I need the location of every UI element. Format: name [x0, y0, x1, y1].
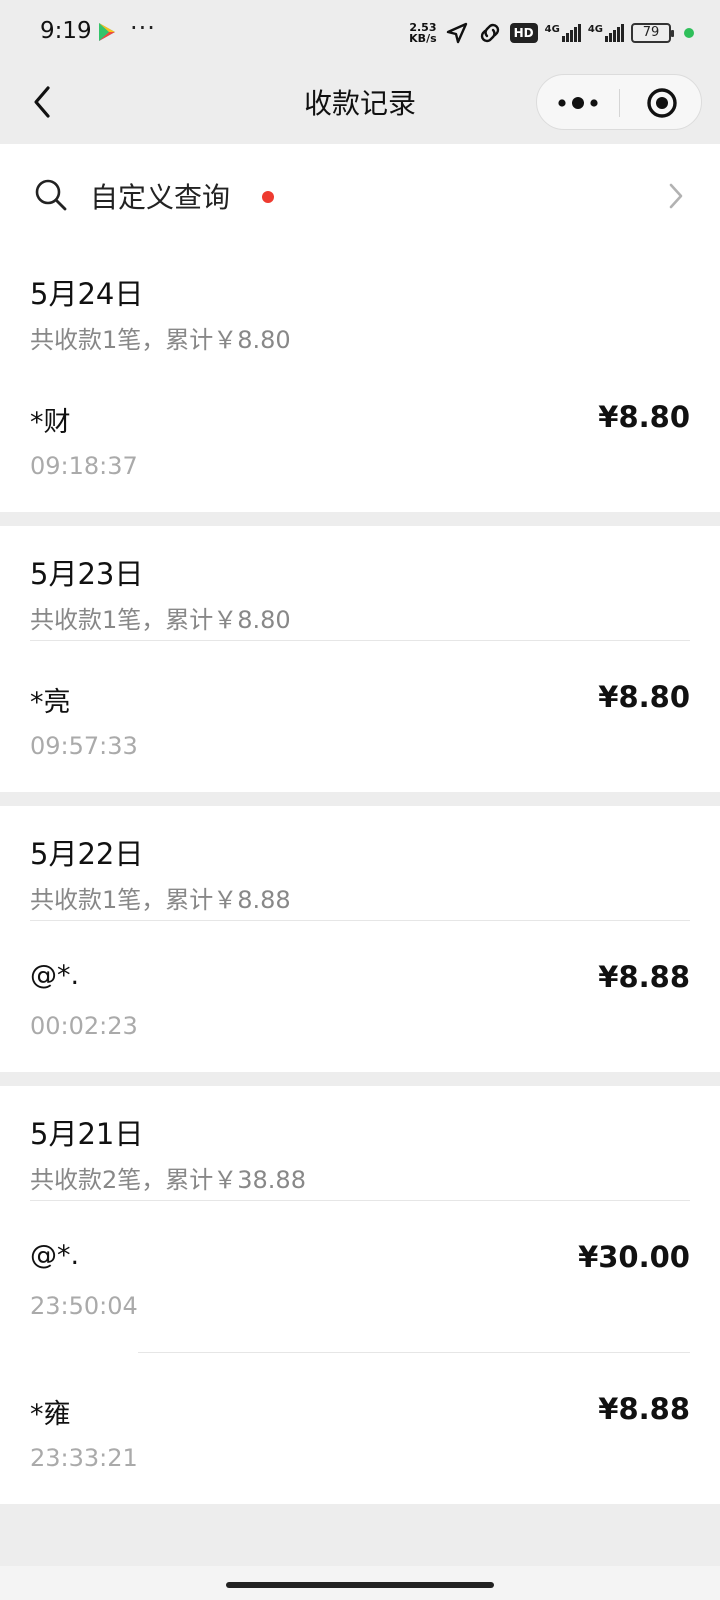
capsule-divider [619, 89, 620, 117]
status-time: 9:19 [40, 18, 92, 44]
status-indicators: 2.53 KB/s HD 4G 4G 79 [409, 18, 694, 48]
custom-query-label: 自定义查询 [90, 181, 231, 214]
records-list: 自定义查询 5月24日 共收款1笔，累计￥8.80 *财 ¥8.80 09:18… [0, 144, 720, 1504]
day-summary: 共收款1笔，累计￥8.80 [30, 606, 291, 634]
payment-amount: ¥8.88 [598, 1392, 690, 1426]
row-divider [30, 1200, 690, 1201]
payment-amount: ¥30.00 [578, 1240, 690, 1274]
day-date: 5月21日 [30, 1117, 144, 1151]
signal-4g-2-icon: 4G [588, 24, 624, 42]
day-header: 5月22日 共收款1笔，累计￥8.88 [0, 806, 720, 920]
payment-record[interactable]: @*. ¥8.88 00:02:23 [0, 920, 720, 1072]
more-options-icon[interactable] [537, 75, 619, 131]
search-icon [35, 179, 67, 211]
link-icon [480, 23, 499, 43]
row-divider [30, 920, 690, 921]
location-arrow-icon [446, 22, 467, 44]
privacy-indicator-dot [684, 28, 694, 38]
payer-name: @*. [30, 1240, 80, 1271]
play-store-icon [99, 23, 115, 41]
payment-time: 23:50:04 [30, 1292, 138, 1320]
row-divider [30, 640, 690, 641]
payment-amount: ¥8.88 [598, 960, 690, 994]
payment-record[interactable]: *财 ¥8.80 09:18:37 [0, 360, 720, 512]
payment-time: 23:33:21 [30, 1444, 138, 1472]
day-group: 5月24日 共收款1笔，累计￥8.80 *财 ¥8.80 09:18:37 [0, 246, 720, 512]
day-date: 5月23日 [30, 557, 144, 591]
battery-icon: 79 [631, 23, 674, 43]
payer-name: *财 [30, 407, 71, 438]
day-header: 5月23日 共收款1笔，累计￥8.80 [0, 526, 720, 640]
payment-record[interactable]: *雍 ¥8.88 23:33:21 [0, 1352, 720, 1504]
day-group: 5月23日 共收款1笔，累计￥8.80 *亮 ¥8.80 09:57:33 [0, 526, 720, 792]
payment-time: 09:57:33 [30, 732, 138, 760]
nav-bar: 收款记录 [0, 66, 720, 144]
payer-name: *亮 [30, 687, 71, 718]
payment-amount: ¥8.80 [598, 680, 690, 714]
day-group: 5月21日 共收款2笔，累计￥38.88 @*. ¥30.00 23:50:04… [0, 1086, 720, 1504]
day-summary: 共收款2笔，累计￥38.88 [30, 1166, 306, 1194]
payment-record[interactable]: @*. ¥30.00 23:50:04 [0, 1200, 720, 1352]
section-gap [0, 1072, 720, 1086]
network-speed: 2.53 KB/s [409, 21, 437, 45]
payer-name: @*. [30, 960, 80, 991]
day-summary: 共收款1笔，累计￥8.80 [30, 326, 291, 354]
day-date: 5月22日 [30, 837, 144, 871]
payment-record[interactable]: *亮 ¥8.80 09:57:33 [0, 640, 720, 792]
close-miniprogram-icon[interactable] [621, 75, 703, 131]
day-group: 5月22日 共收款1笔，累计￥8.88 @*. ¥8.88 00:02:23 [0, 806, 720, 1072]
miniprogram-capsule [536, 74, 702, 130]
payment-time: 09:18:37 [30, 452, 138, 480]
custom-query-row[interactable]: 自定义查询 [0, 144, 720, 246]
new-badge-dot [262, 191, 274, 203]
back-arrow-icon[interactable] [26, 80, 66, 124]
day-summary: 共收款1笔，累计￥8.88 [30, 886, 291, 914]
payment-amount: ¥8.80 [598, 400, 690, 434]
payer-name: *雍 [30, 1399, 71, 1430]
day-date: 5月24日 [30, 277, 144, 311]
chevron-right-icon [669, 183, 683, 209]
row-divider [138, 1352, 690, 1353]
payment-time: 00:02:23 [30, 1012, 138, 1040]
signal-4g-1-icon: 4G [545, 24, 581, 42]
section-gap [0, 512, 720, 526]
day-header: 5月21日 共收款2笔，累计￥38.88 [0, 1086, 720, 1200]
hd-voice-icon: HD [509, 23, 538, 43]
section-gap [0, 792, 720, 806]
status-more-dots: ··· [130, 14, 156, 42]
home-indicator[interactable] [226, 1582, 494, 1588]
day-header: 5月24日 共收款1笔，累计￥8.80 [0, 246, 720, 360]
status-bar: 9:19 ··· 2.53 KB/s HD 4G 4G 79 [0, 0, 720, 66]
